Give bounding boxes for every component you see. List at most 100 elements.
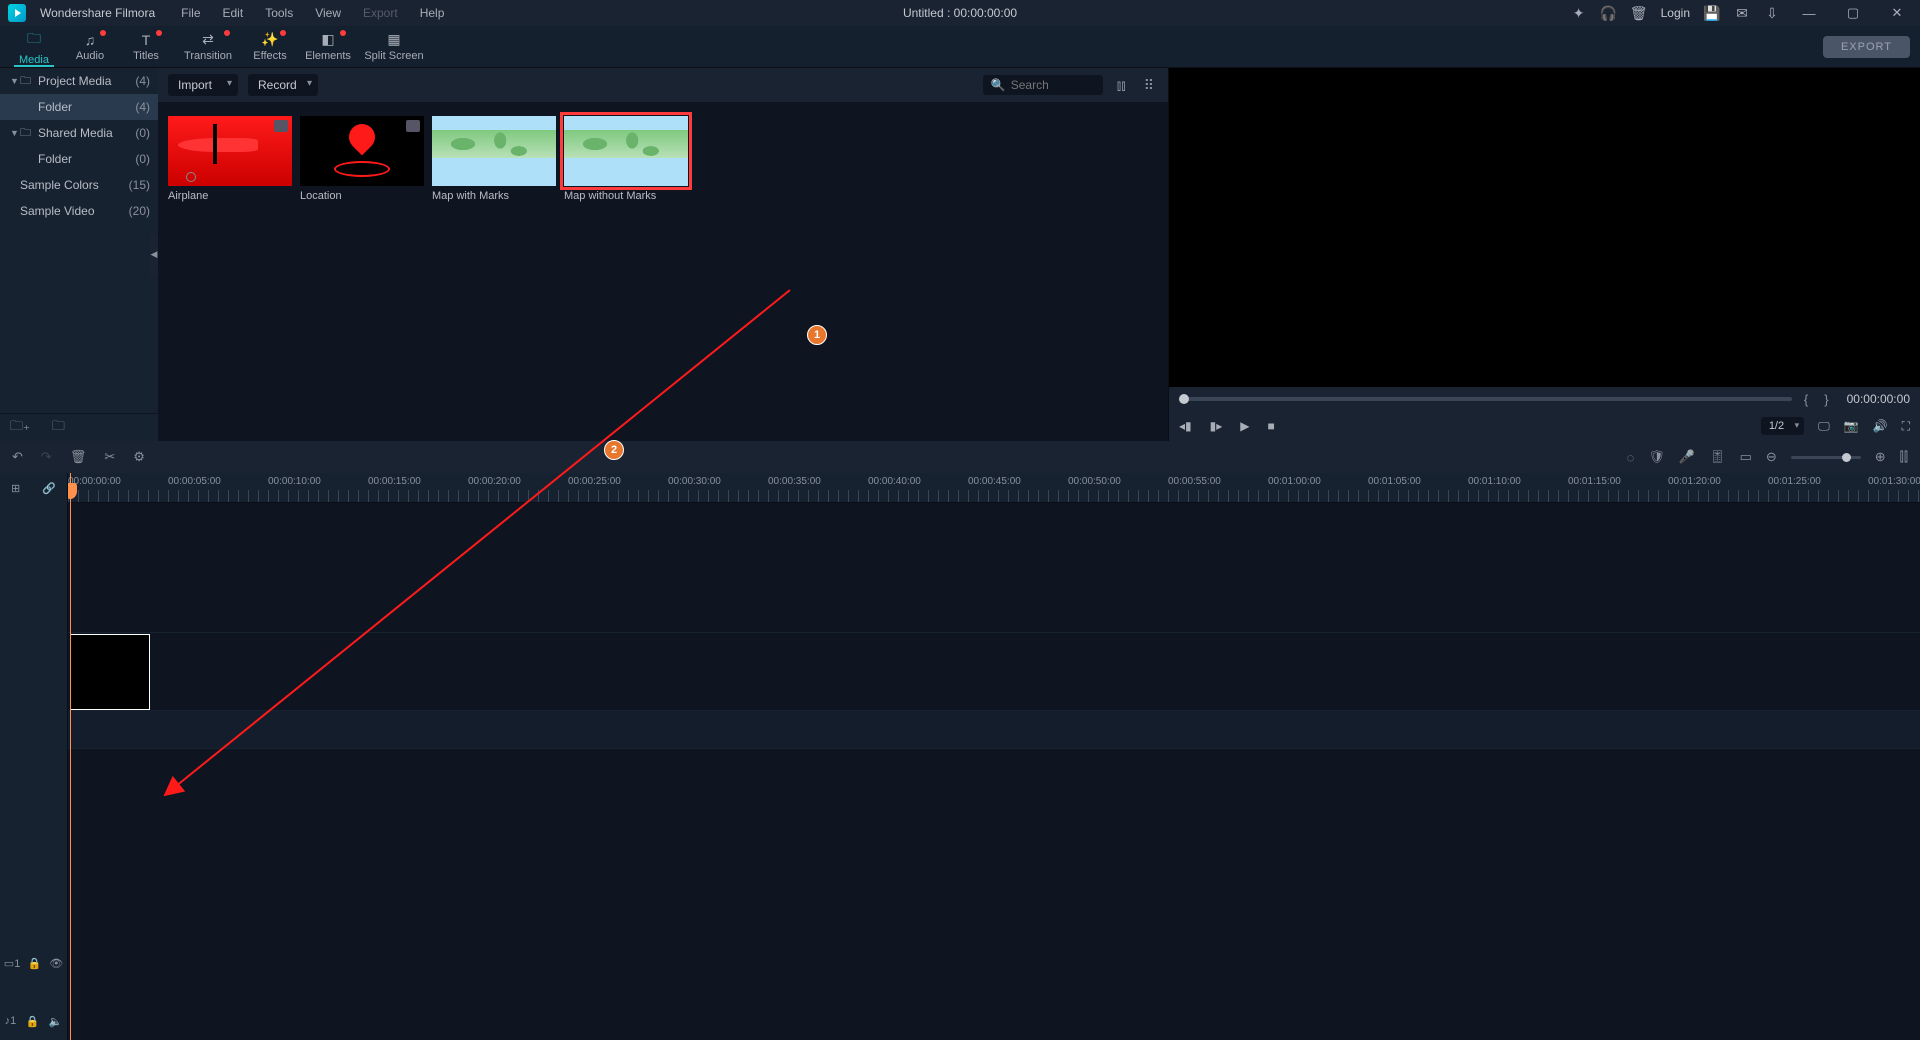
mute-icon[interactable]: 🔈: [49, 1015, 63, 1028]
tab-effects[interactable]: ✨Effects: [242, 26, 298, 67]
media-search[interactable]: 🔍: [983, 75, 1103, 95]
empty-track-area[interactable]: [68, 503, 1920, 633]
media-thumbnail[interactable]: [168, 116, 292, 186]
keyframe-icon[interactable]: ▭: [1740, 449, 1752, 465]
menu-help[interactable]: Help: [416, 4, 449, 22]
zoom-slider[interactable]: [1791, 456, 1861, 459]
lock-icon[interactable]: 🔒: [26, 1015, 40, 1028]
preview-viewport[interactable]: [1169, 68, 1920, 387]
volume-icon[interactable]: 🔊: [1873, 419, 1888, 433]
voiceover-icon[interactable]: 🎤: [1679, 449, 1695, 465]
playhead[interactable]: [70, 473, 71, 1040]
snapshot-icon[interactable]: 📷: [1844, 419, 1859, 433]
media-thumbnail[interactable]: [432, 116, 556, 186]
minimize-button[interactable]: —: [1794, 0, 1824, 26]
stop-button[interactable]: ■: [1268, 419, 1275, 433]
ruler-tick[interactable]: 00:00:10:00: [268, 473, 368, 502]
tab-titles[interactable]: TTitles: [118, 26, 174, 67]
step-back-button[interactable]: ◂▮: [1179, 419, 1192, 433]
export-button[interactable]: EXPORT: [1823, 36, 1910, 58]
time-ruler[interactable]: 00:00:00:0000:00:05:0000:00:10:0000:00:1…: [68, 473, 1920, 503]
split-icon[interactable]: ✂: [104, 449, 115, 465]
ruler-tick[interactable]: 00:00:25:00: [568, 473, 668, 502]
delete-icon[interactable]: 🗑: [70, 449, 87, 465]
tips-icon[interactable]: ✦: [1571, 5, 1587, 21]
eye-icon[interactable]: 👁: [49, 957, 63, 970]
clip-placeholder[interactable]: [70, 634, 150, 710]
sidebar-item[interactable]: ▼🗀Project Media(4): [0, 68, 158, 94]
sidebar-item[interactable]: ▼🗀Shared Media(0): [0, 120, 158, 146]
sidebar-item[interactable]: Folder(0): [0, 146, 158, 172]
ruler-tick[interactable]: 00:01:15:00: [1568, 473, 1668, 502]
scrub-track[interactable]: [1179, 397, 1792, 401]
ruler-tick[interactable]: 00:01:25:00: [1768, 473, 1868, 502]
close-button[interactable]: ✕: [1882, 0, 1912, 26]
sidebar-item[interactable]: Folder(4): [0, 94, 158, 120]
ruler-tick[interactable]: 00:00:55:00: [1168, 473, 1268, 502]
mark-in-icon[interactable]: {: [1800, 392, 1812, 407]
collapse-handle[interactable]: ◀: [150, 235, 158, 275]
fullscreen-icon[interactable]: ⛶: [1902, 419, 1910, 434]
ruler-tick[interactable]: 00:00:45:00: [968, 473, 1068, 502]
ruler-tick[interactable]: 00:01:00:00: [1268, 473, 1368, 502]
scrub-head[interactable]: [1179, 394, 1189, 404]
ruler-tick[interactable]: 00:01:10:00: [1468, 473, 1568, 502]
open-folder-icon[interactable]: 🗀: [52, 417, 65, 439]
ruler-tick[interactable]: 00:00:15:00: [368, 473, 468, 502]
import-dropdown[interactable]: Import: [168, 74, 238, 96]
link-icon[interactable]: 🔗: [42, 482, 56, 495]
media-item[interactable]: Map without Marks: [564, 116, 688, 202]
tracks-area[interactable]: 00:00:00:0000:00:05:0000:00:10:0000:00:1…: [68, 473, 1920, 1040]
menu-edit[interactable]: Edit: [219, 4, 248, 22]
ruler-tick[interactable]: 00:00:50:00: [1068, 473, 1168, 502]
ruler-tick[interactable]: 00:00:20:00: [468, 473, 568, 502]
tab-media[interactable]: 🗀Media: [6, 26, 62, 67]
ruler-tick[interactable]: 00:00:00:00: [68, 473, 168, 502]
play-button[interactable]: ▶: [1240, 419, 1249, 433]
marker-icon[interactable]: 🛡: [1648, 449, 1665, 465]
ruler-tick[interactable]: 00:00:40:00: [868, 473, 968, 502]
tab-audio[interactable]: ♫Audio: [62, 26, 118, 67]
lock-icon[interactable]: 🔒: [28, 957, 42, 970]
add-track-icon[interactable]: ⊞: [11, 482, 20, 495]
ruler-tick[interactable]: 00:00:35:00: [768, 473, 868, 502]
sidebar-item[interactable]: Sample Video(20): [0, 198, 158, 224]
ruler-tick[interactable]: 00:01:20:00: [1668, 473, 1768, 502]
support-icon[interactable]: 🎧: [1601, 5, 1617, 21]
grid-view-icon[interactable]: ⠿: [1140, 77, 1158, 94]
video-track-1[interactable]: [68, 633, 1920, 711]
media-item[interactable]: Location: [300, 116, 424, 202]
edit-tools-icon[interactable]: ⚙: [133, 449, 145, 465]
ruler-tick[interactable]: 00:00:30:00: [668, 473, 768, 502]
render-icon[interactable]: ◌: [1627, 450, 1635, 465]
filter-icon[interactable]: ⫾⫾: [1113, 77, 1130, 94]
step-fwd-button[interactable]: ▮▸: [1210, 419, 1223, 433]
mail-icon[interactable]: ✉: [1734, 5, 1750, 21]
audio-track-1[interactable]: [68, 711, 1920, 749]
save-icon[interactable]: 💾: [1704, 5, 1720, 21]
new-folder-icon[interactable]: 🗀₊: [10, 417, 30, 439]
zoom-knob[interactable]: [1842, 453, 1851, 462]
media-thumbnail[interactable]: [564, 116, 688, 186]
menu-view[interactable]: View: [311, 4, 345, 22]
ruler-tick[interactable]: 00:01:30:00: [1868, 473, 1920, 502]
undo-icon[interactable]: ↶: [12, 449, 23, 465]
gift-icon[interactable]: 🗑: [1631, 5, 1647, 21]
ruler-tick[interactable]: 00:00:05:00: [168, 473, 268, 502]
search-input[interactable]: [1011, 78, 1091, 92]
login-button[interactable]: Login: [1661, 6, 1690, 20]
playback-quality-dropdown[interactable]: 1/2: [1761, 417, 1804, 435]
zoom-fit-icon[interactable]: ⫿⫿: [1900, 449, 1908, 465]
tab-elements[interactable]: ◧Elements: [298, 26, 358, 67]
ruler-tick[interactable]: 00:01:05:00: [1368, 473, 1468, 502]
media-item[interactable]: Map with Marks: [432, 116, 556, 202]
menu-tools[interactable]: Tools: [261, 4, 297, 22]
sidebar-item[interactable]: Sample Colors(15): [0, 172, 158, 198]
maximize-button[interactable]: ▢: [1838, 0, 1868, 26]
media-item[interactable]: Airplane: [168, 116, 292, 202]
display-icon[interactable]: 🖵: [1818, 419, 1830, 434]
zoom-out-icon[interactable]: ⊖: [1766, 449, 1777, 465]
record-dropdown[interactable]: Record: [248, 74, 318, 96]
mark-out-icon[interactable]: }: [1820, 392, 1832, 407]
menu-file[interactable]: File: [177, 4, 204, 22]
